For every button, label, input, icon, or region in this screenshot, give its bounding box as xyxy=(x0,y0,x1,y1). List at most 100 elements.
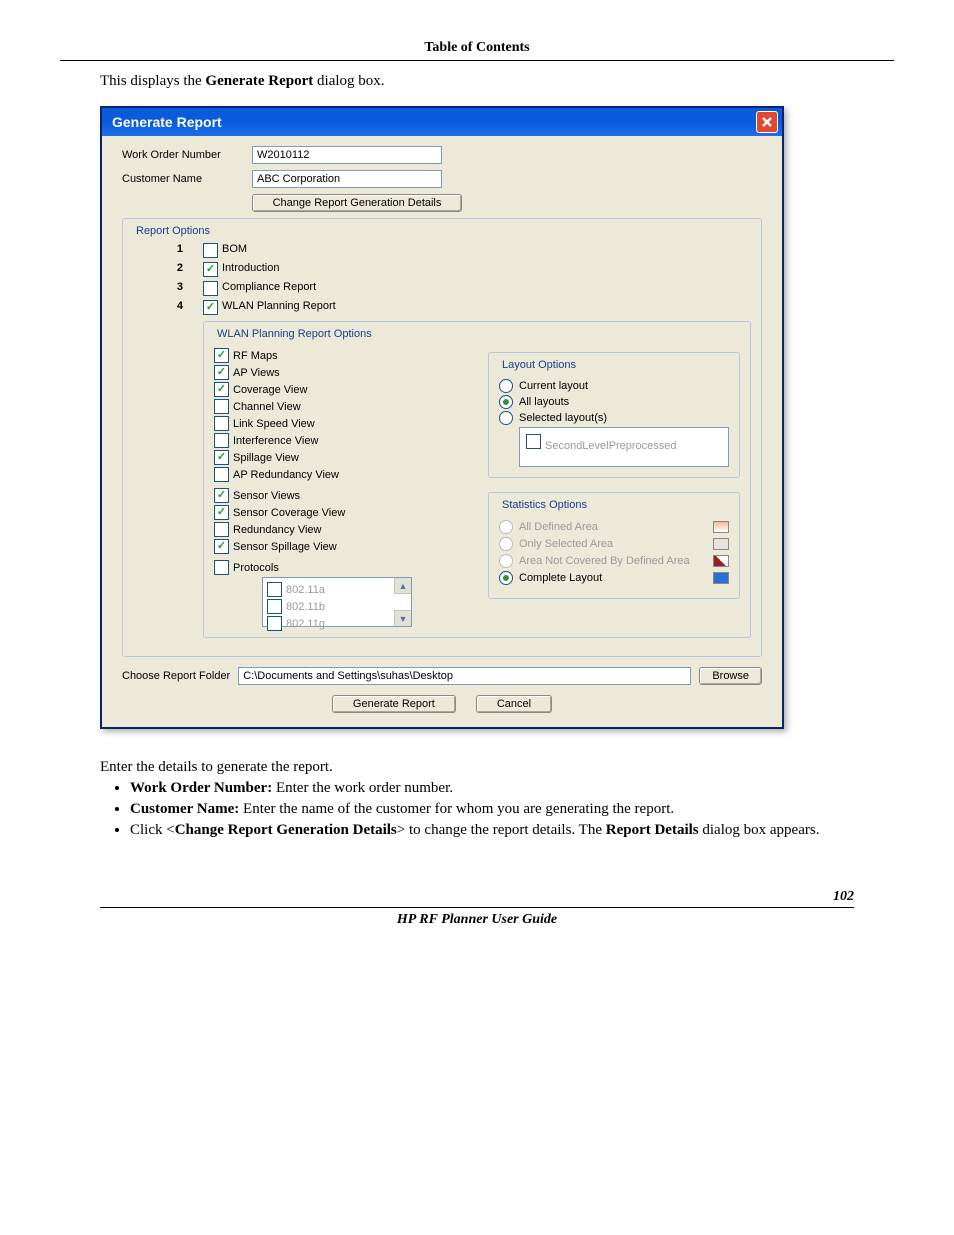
all-defined-label: All Defined Area xyxy=(519,521,598,533)
wlan-options-group: WLAN Planning Report Options RF Maps AP … xyxy=(203,321,751,638)
hr-bottom xyxy=(100,907,854,908)
idx-3: 3 xyxy=(133,281,203,293)
selected-layouts-radio[interactable] xyxy=(499,411,513,425)
enter-details-text: Enter the details to generate the report… xyxy=(100,759,854,776)
interference-checkbox[interactable] xyxy=(214,433,229,448)
introduction-checkbox[interactable] xyxy=(203,262,218,277)
customer-name-input[interactable] xyxy=(252,170,442,188)
all-defined-radio xyxy=(499,520,513,534)
wlan-options-legend: WLAN Planning Report Options xyxy=(214,328,375,340)
intro-suffix: dialog box. xyxy=(313,73,384,89)
only-selected-radio xyxy=(499,537,513,551)
complete-layout-label: Complete Layout xyxy=(519,572,602,584)
idx-1: 1 xyxy=(133,243,203,255)
cancel-button[interactable]: Cancel xyxy=(476,695,552,713)
channel-view-checkbox[interactable] xyxy=(214,399,229,414)
protocols-label: Protocols xyxy=(233,562,279,574)
interference-label: Interference View xyxy=(233,435,318,447)
b3-mid: > to change the report details. The xyxy=(397,822,606,838)
sensor-views-checkbox[interactable] xyxy=(214,488,229,503)
b3-bold1: Change Report Generation Details xyxy=(175,822,397,838)
proto-g-checkbox[interactable] xyxy=(267,616,282,631)
link-speed-checkbox[interactable] xyxy=(214,416,229,431)
report-options-legend: Report Options xyxy=(133,225,213,237)
proto-b-label: 802.11b xyxy=(286,601,325,613)
browse-button[interactable]: Browse xyxy=(699,667,762,685)
generate-report-dialog: Generate Report Work Order Number Custom… xyxy=(100,106,784,729)
spillage-checkbox[interactable] xyxy=(214,450,229,465)
protocols-listbox[interactable]: 802.11a 802.11b 802.11g ▲ ▼ xyxy=(262,577,412,627)
proto-a-label: 802.11a xyxy=(286,584,325,596)
page-number: 102 xyxy=(100,889,854,905)
intro-prefix: This displays the xyxy=(100,73,205,89)
bullet-3: Click <Change Report Generation Details>… xyxy=(130,822,854,839)
sensor-views-label: Sensor Views xyxy=(233,490,300,502)
rf-maps-label: RF Maps xyxy=(233,350,278,362)
second-level-checkbox[interactable] xyxy=(526,434,541,449)
work-order-label: Work Order Number xyxy=(122,149,252,161)
proto-b-checkbox[interactable] xyxy=(267,599,282,614)
customer-name-label: Customer Name xyxy=(122,173,252,185)
protocols-checkbox[interactable] xyxy=(214,560,229,575)
selected-layout-list[interactable]: SecondLevelPreprocessed xyxy=(519,427,729,467)
dialog-title: Generate Report xyxy=(112,114,222,130)
current-layout-label: Current layout xyxy=(519,380,588,392)
selected-layouts-label: Selected layout(s) xyxy=(519,412,607,424)
wlan-label: WLAN Planning Report xyxy=(222,300,336,312)
coverage-view-checkbox[interactable] xyxy=(214,382,229,397)
layout-options-group: Layout Options Current layout All layout… xyxy=(488,352,740,478)
b3-post: dialog box appears. xyxy=(699,822,820,838)
report-options-group: Report Options 1 BOM 2 Introduction 3 Co… xyxy=(122,218,762,657)
chevron-down-icon[interactable]: ▼ xyxy=(394,610,411,626)
ap-views-label: AP Views xyxy=(233,367,280,379)
bullet-1: Work Order Number: Enter the work order … xyxy=(130,780,854,797)
swatch-complete xyxy=(713,572,729,584)
coverage-view-label: Coverage View xyxy=(233,384,307,396)
spillage-label: Spillage View xyxy=(233,452,299,464)
folder-input[interactable] xyxy=(238,667,691,685)
sensor-redundancy-label: Redundancy View xyxy=(233,524,321,536)
swatch-only-selected xyxy=(713,538,729,550)
introduction-label: Introduction xyxy=(222,262,279,274)
swatch-all-defined xyxy=(713,521,729,533)
proto-g-label: 802.11g xyxy=(286,618,325,630)
sensor-spillage-checkbox[interactable] xyxy=(214,539,229,554)
sensor-spillage-label: Sensor Spillage View xyxy=(233,541,337,553)
proto-a-checkbox[interactable] xyxy=(267,582,282,597)
statistics-options-group: Statistics Options All Defined Area Only… xyxy=(488,492,740,599)
swatch-not-covered xyxy=(713,555,729,567)
right-col: Layout Options Current layout All layout… xyxy=(488,346,740,627)
second-level-label: SecondLevelPreprocessed xyxy=(545,440,676,452)
intro-bold: Generate Report xyxy=(205,73,313,89)
idx-4: 4 xyxy=(133,300,203,312)
work-order-input[interactable] xyxy=(252,146,442,164)
change-details-button[interactable]: Change Report Generation Details xyxy=(252,194,462,212)
chevron-up-icon[interactable]: ▲ xyxy=(394,578,411,594)
current-layout-radio[interactable] xyxy=(499,379,513,393)
channel-view-label: Channel View xyxy=(233,401,301,413)
compliance-checkbox[interactable] xyxy=(203,281,218,296)
generate-report-button[interactable]: Generate Report xyxy=(332,695,456,713)
folder-label: Choose Report Folder xyxy=(122,670,230,682)
sensor-redundancy-checkbox[interactable] xyxy=(214,522,229,537)
b1-bold: Work Order Number: xyxy=(130,780,272,796)
ap-views-checkbox[interactable] xyxy=(214,365,229,380)
wlan-checkbox[interactable] xyxy=(203,300,218,315)
link-speed-label: Link Speed View xyxy=(233,418,315,430)
complete-layout-radio[interactable] xyxy=(499,571,513,585)
b3-pre: Click < xyxy=(130,822,175,838)
ap-redundancy-label: AP Redundancy View xyxy=(233,469,339,481)
sensor-coverage-checkbox[interactable] xyxy=(214,505,229,520)
layout-options-legend: Layout Options xyxy=(499,359,579,371)
doc-bullet-list: Work Order Number: Enter the work order … xyxy=(130,780,854,839)
toc-header: Table of Contents xyxy=(60,40,894,60)
statistics-options-legend: Statistics Options xyxy=(499,499,590,511)
only-selected-label: Only Selected Area xyxy=(519,538,613,550)
close-icon[interactable] xyxy=(756,111,778,133)
rf-maps-checkbox[interactable] xyxy=(214,348,229,363)
not-covered-radio xyxy=(499,554,513,568)
all-layouts-radio[interactable] xyxy=(499,395,513,409)
bom-checkbox[interactable] xyxy=(203,243,218,258)
ap-redundancy-checkbox[interactable] xyxy=(214,467,229,482)
all-layouts-label: All layouts xyxy=(519,396,569,408)
